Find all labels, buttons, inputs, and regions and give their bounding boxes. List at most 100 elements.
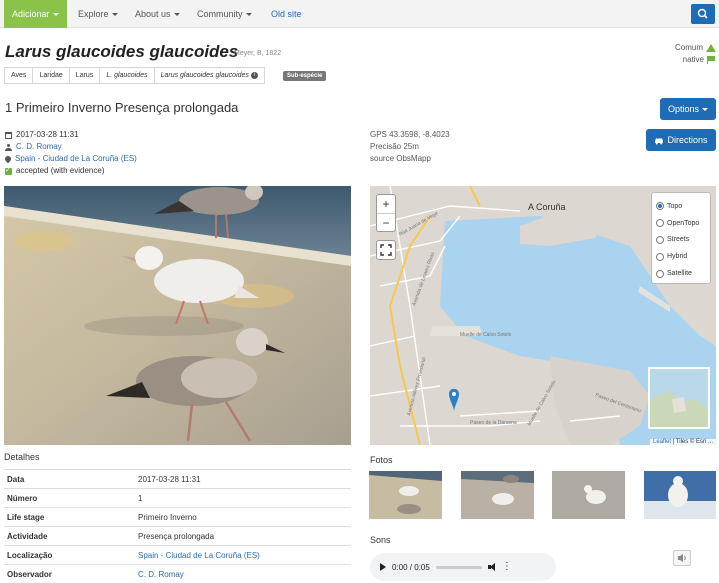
zoom-out-button[interactable]: − <box>377 213 395 231</box>
nav-explore-label: Explore <box>78 9 109 19</box>
detail-value: Presença prolongada <box>135 526 351 546</box>
layer-satellite-label: Satellite <box>667 270 692 278</box>
detail-value: Primeiro Inverno <box>135 507 351 527</box>
speaker-icon <box>678 554 686 562</box>
detail-key: Actividade <box>4 526 135 546</box>
radio-unselected[interactable] <box>656 269 664 278</box>
map-attribution: Leaflet | Tiles © Esri ... <box>649 439 716 445</box>
nav-about-us[interactable]: About us <box>135 0 180 28</box>
zoom-in-button[interactable]: + <box>377 195 395 213</box>
detail-key: Life stage <box>4 507 135 527</box>
photo-thumbnail[interactable] <box>644 471 716 519</box>
more-options-icon[interactable]: ⋮ <box>502 562 512 572</box>
chevron-down-icon <box>111 13 118 17</box>
directions-button[interactable]: Directions <box>646 129 716 151</box>
thumbnail-image <box>369 471 442 519</box>
observation-heading: 1 Primeiro Inverno Presença prolongada <box>5 100 239 115</box>
thumbnail-image <box>644 471 716 519</box>
detail-key: Número <box>4 488 135 508</box>
species-status: Comum native <box>675 42 716 66</box>
table-row: Número 1 <box>4 488 351 508</box>
species-author: Meyer, B, 1822 <box>234 50 282 57</box>
sound-toggle-button[interactable] <box>673 550 691 566</box>
species-name: Larus glaucoides glaucoides <box>5 42 239 61</box>
layer-satellite[interactable]: Satellite <box>656 265 706 282</box>
nav-community[interactable]: Community <box>197 0 252 28</box>
radio-unselected[interactable] <box>656 252 664 261</box>
nav-explore[interactable]: Explore <box>78 0 118 28</box>
thumbnail-image <box>461 471 534 519</box>
radio-unselected[interactable] <box>656 219 664 228</box>
volume-icon[interactable] <box>487 563 496 571</box>
nav-old-site[interactable]: Old site <box>271 0 302 28</box>
layer-opentopo[interactable]: OpenTopo <box>656 215 706 232</box>
leaflet-link[interactable]: Leaflet <box>653 439 671 445</box>
observation-map[interactable]: Rúa Juana de Vega Avenida de Linares Riv… <box>370 186 716 445</box>
breadcrumb-aves[interactable]: Aves <box>4 67 34 84</box>
table-row: Actividade Presença prolongada <box>4 526 351 546</box>
car-icon <box>655 138 664 145</box>
layer-topo[interactable]: Topo <box>656 198 706 215</box>
radio-selected[interactable] <box>656 202 664 211</box>
minimap-tiles <box>650 369 708 427</box>
main-photo[interactable] <box>4 186 351 445</box>
details-table: Data 2017-03-28 11:31 Número 1 Life stage P… <box>4 469 351 583</box>
gps-meta: GPS 43.3598, -8.4023 Precisão 25m source… <box>370 129 450 165</box>
breadcrumb-laridae[interactable]: Laridae <box>33 67 70 84</box>
minimap[interactable] <box>648 367 710 429</box>
detail-location-link[interactable]: Spain - Ciudad de La Coruña (ES) <box>138 551 260 560</box>
directions-label: Directions <box>667 135 708 145</box>
nav-about-us-label: About us <box>135 9 171 19</box>
svg-text:Muelle de Calvo Sotelo: Muelle de Calvo Sotelo <box>460 332 512 338</box>
radio-unselected[interactable] <box>656 235 664 244</box>
photos-title: Fotos <box>370 455 393 465</box>
table-row: Localização Spain - Ciudad de La Coruña (… <box>4 545 351 565</box>
meta-location: Spain - Ciudad de La Coruña (ES) <box>3 153 137 165</box>
rank-badge: Sub-espécie <box>283 71 327 81</box>
layer-opentopo-label: OpenTopo <box>667 219 700 227</box>
photo-thumbnail[interactable] <box>552 471 625 519</box>
audio-player: 0:00 / 0:05 ⋮ <box>370 553 556 581</box>
add-menu-label: Adicionar <box>12 9 50 19</box>
add-menu-button[interactable]: Adicionar <box>4 0 67 28</box>
layer-hybrid[interactable]: Hybrid <box>656 248 706 265</box>
breadcrumb-l-glaucoides[interactable]: L. glaucoides <box>100 67 155 84</box>
sounds-title: Sons <box>370 535 391 545</box>
validation-status: accepted (with evidence) <box>16 166 105 175</box>
nav-community-label: Community <box>197 9 243 19</box>
search-button[interactable] <box>691 4 715 24</box>
photo-thumbnail[interactable] <box>369 471 442 519</box>
detail-value: 1 <box>135 488 351 508</box>
check-icon <box>5 165 12 177</box>
tiles-attribution: | Tiles © Esri ... <box>672 439 713 445</box>
status-native-label: native <box>682 55 704 64</box>
breadcrumb-current-label: Larus glaucoides glaucoides <box>160 72 249 79</box>
location-link[interactable]: Spain - Ciudad de La Coruña (ES) <box>15 153 137 165</box>
detail-key: Localização <box>4 545 135 565</box>
meta-validation: accepted (with evidence) <box>5 165 137 177</box>
thumbnail-image <box>552 471 625 519</box>
layer-streets-label: Streets <box>667 236 690 244</box>
fullscreen-button[interactable] <box>376 240 396 260</box>
play-icon[interactable] <box>380 563 386 571</box>
breadcrumb-larus[interactable]: Larus <box>69 67 101 84</box>
photo-thumbnail[interactable] <box>461 471 534 519</box>
layer-streets[interactable]: Streets <box>656 232 706 249</box>
observer-link[interactable]: C. D. Romay <box>16 141 62 153</box>
layer-switcher: Topo OpenTopo Streets Hybrid Satellite <box>651 192 711 284</box>
status-common: Comum <box>675 42 716 54</box>
fullscreen-icon <box>380 244 392 256</box>
svg-text:Paseo de la Dársena: Paseo de la Dársena <box>470 420 517 426</box>
breadcrumb-current: Larus glaucoides glaucoides i <box>154 67 265 84</box>
status-native: native <box>675 54 716 66</box>
audio-progress-bar[interactable] <box>435 565 482 569</box>
detail-observer-link[interactable]: C. D. Romay <box>138 570 184 579</box>
chevron-down-icon <box>245 13 252 17</box>
chevron-down-icon <box>173 13 180 17</box>
detail-key: Observador <box>4 564 135 583</box>
info-icon[interactable]: i <box>250 71 258 79</box>
taxonomy-breadcrumb: Aves Laridae Larus L. glaucoides Larus g… <box>4 67 265 84</box>
detail-value: 2017-03-28 11:31 <box>135 469 351 489</box>
options-button[interactable]: Options <box>660 98 716 120</box>
chevron-down-icon <box>702 108 709 112</box>
